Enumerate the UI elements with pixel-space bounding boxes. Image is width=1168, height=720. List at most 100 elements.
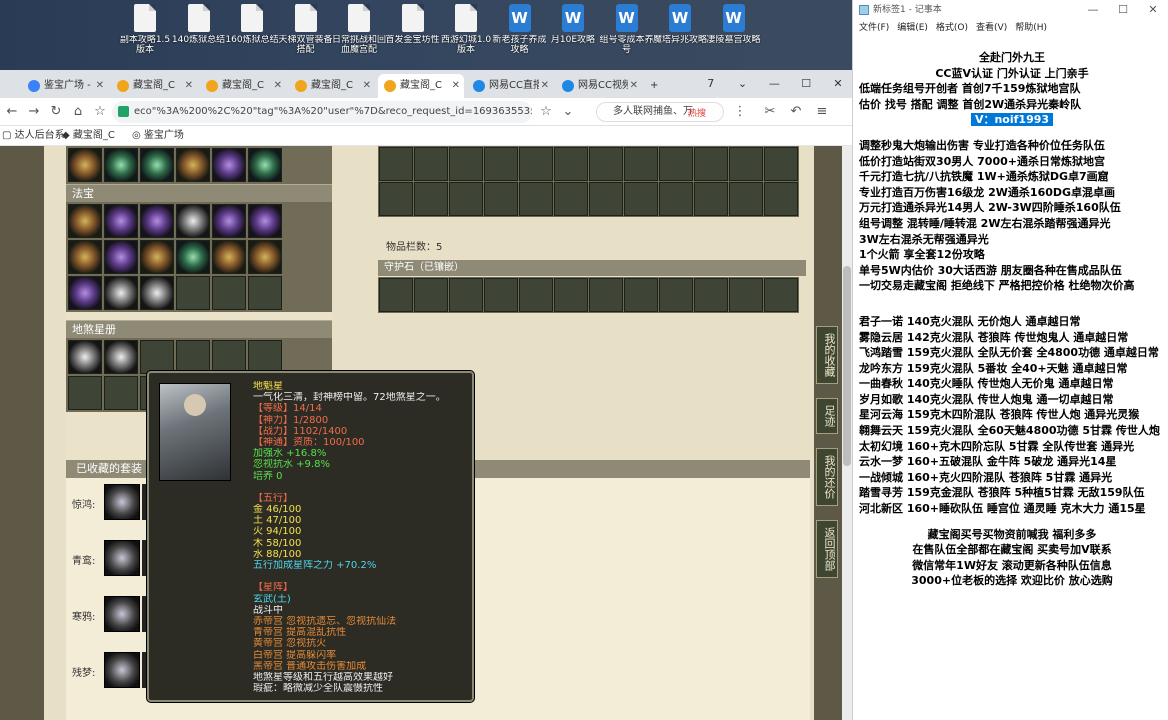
tab-close-icon[interactable]: ✕	[274, 74, 282, 98]
back-icon[interactable]: ←	[2, 102, 22, 122]
inventory-item[interactable]	[212, 240, 246, 274]
browser-tab[interactable]: 藏宝阁_C ✕	[111, 74, 197, 98]
maximize-icon[interactable]: ☐	[792, 70, 820, 98]
close-icon[interactable]: ✕	[1138, 0, 1168, 20]
desktop-icon[interactable]: W 新老孩子养成攻略	[493, 4, 547, 66]
inventory-item[interactable]	[176, 204, 210, 238]
inventory-slot[interactable]	[554, 182, 588, 216]
inventory-item[interactable]	[104, 148, 138, 182]
browser-tab[interactable]: 藏宝阁_C ✕	[378, 74, 464, 98]
inventory-slot[interactable]	[248, 276, 282, 310]
side-tab[interactable]: 返回顶部	[816, 520, 838, 578]
inventory-item[interactable]	[68, 240, 102, 274]
inventory-item[interactable]	[212, 204, 246, 238]
close-icon[interactable]: ✕	[824, 70, 852, 98]
inventory-slot[interactable]	[484, 182, 518, 216]
inventory-item[interactable]	[176, 148, 210, 182]
inventory-slot[interactable]	[554, 278, 588, 312]
inventory-slot[interactable]	[659, 182, 693, 216]
inventory-item[interactable]	[68, 148, 102, 182]
inventory-slot[interactable]	[484, 147, 518, 181]
reload-icon[interactable]: ↻	[46, 102, 66, 122]
inventory-slot[interactable]	[414, 147, 448, 181]
inventory-item[interactable]	[140, 240, 174, 274]
inventory-slot[interactable]	[176, 340, 210, 374]
inventory-item[interactable]	[212, 148, 246, 182]
desktop-icon[interactable]: 140炼狱总结	[172, 4, 226, 66]
inventory-slot[interactable]	[624, 147, 658, 181]
tab-count-badge[interactable]: 7	[697, 70, 725, 98]
tab-close-icon[interactable]: ✕	[96, 74, 104, 98]
desktop-icon[interactable]: W 组号零成本养号	[600, 4, 654, 66]
tab-close-icon[interactable]: ✕	[541, 74, 549, 98]
inventory-slot[interactable]	[379, 147, 413, 181]
notepad-menu-item[interactable]: 帮助(H)	[1015, 23, 1047, 33]
inventory-slot[interactable]	[449, 147, 483, 181]
inventory-slot[interactable]	[589, 278, 623, 312]
inventory-item[interactable]	[176, 240, 210, 274]
notepad-menu-item[interactable]: 文件(F)	[859, 23, 889, 33]
inventory-slot[interactable]	[764, 147, 798, 181]
desktop-icon[interactable]: W 魔塔异兆攻略	[653, 4, 707, 66]
desktop-icon[interactable]: 副本攻略1.5版本	[118, 4, 172, 66]
tab-close-icon[interactable]: ✕	[452, 74, 460, 98]
suit-item-icon[interactable]	[104, 596, 140, 632]
inventory-slot[interactable]	[449, 278, 483, 312]
suit-item-icon[interactable]	[104, 540, 140, 576]
minimize-icon[interactable]: —	[760, 70, 788, 98]
inventory-slot[interactable]	[659, 147, 693, 181]
inventory-slot[interactable]	[248, 340, 282, 374]
browser-tab[interactable]: 藏宝阁_C ✕	[200, 74, 286, 98]
notepad-menu-item[interactable]: 编辑(E)	[897, 23, 928, 33]
inventory-slot[interactable]	[554, 147, 588, 181]
inventory-slot[interactable]	[729, 182, 763, 216]
inventory-slot[interactable]	[519, 147, 553, 181]
desktop-icon[interactable]: 首发金宝坊性	[386, 4, 440, 66]
inventory-item[interactable]	[140, 276, 174, 310]
scroll-thumb[interactable]	[843, 266, 851, 466]
inventory-slot[interactable]	[729, 278, 763, 312]
menu-icon[interactable]: ≡	[812, 102, 832, 122]
inventory-item[interactable]	[248, 204, 282, 238]
inventory-slot[interactable]	[484, 278, 518, 312]
inventory-item[interactable]	[68, 276, 102, 310]
inventory-slot[interactable]	[624, 278, 658, 312]
desktop-icon[interactable]: W 月10E攻略	[546, 4, 600, 66]
new-tab-button[interactable]: +	[646, 74, 662, 98]
notepad-menu-item[interactable]: 格式(O)	[936, 23, 968, 33]
inventory-slot[interactable]	[764, 182, 798, 216]
address-bar[interactable]: eco"%3A%200%2C%20"tag"%3A%20"user"%7D&re…	[112, 101, 532, 123]
inventory-item[interactable]	[140, 148, 174, 182]
inventory-item[interactable]	[248, 148, 282, 182]
inventory-slot[interactable]	[694, 182, 728, 216]
inventory-slot[interactable]	[68, 376, 102, 410]
inventory-item[interactable]	[104, 340, 138, 374]
maximize-icon[interactable]: ☐	[1108, 0, 1138, 20]
browser-tab[interactable]: 鉴宝广场 - ✕	[22, 74, 108, 98]
inventory-item[interactable]	[248, 240, 282, 274]
inventory-slot[interactable]	[694, 278, 728, 312]
tab-close-icon[interactable]: ✕	[630, 74, 638, 98]
inventory-slot[interactable]	[212, 276, 246, 310]
inventory-slot[interactable]	[379, 182, 413, 216]
inventory-slot[interactable]	[519, 182, 553, 216]
inventory-slot[interactable]	[414, 182, 448, 216]
star-icon[interactable]: ☆	[90, 102, 110, 122]
inventory-item[interactable]	[68, 340, 102, 374]
hot-search-badge[interactable]: 热搜	[688, 106, 706, 119]
page-scrollbar[interactable]	[842, 146, 852, 720]
bookmark-item[interactable]: ◎ 鉴宝广场	[132, 126, 184, 146]
inventory-slot[interactable]	[659, 278, 693, 312]
notepad-text[interactable]: 全赴门外九王 CC蓝V认证 门外认证 上门亲手 低端任务组号开创者 首创7千159炼…	[859, 50, 1165, 589]
inventory-slot[interactable]	[449, 182, 483, 216]
minimize-icon[interactable]: —	[1078, 0, 1108, 20]
inventory-slot[interactable]	[694, 147, 728, 181]
chevron-down-icon[interactable]: ⌄	[729, 70, 757, 98]
suit-item-icon[interactable]	[104, 652, 140, 688]
inventory-slot[interactable]	[104, 376, 138, 410]
side-tab[interactable]: 我的还价	[816, 448, 838, 506]
inventory-item[interactable]	[104, 204, 138, 238]
inventory-slot[interactable]	[176, 276, 210, 310]
inventory-slot[interactable]	[589, 182, 623, 216]
menu-dots-icon[interactable]: ⋮	[730, 102, 750, 122]
